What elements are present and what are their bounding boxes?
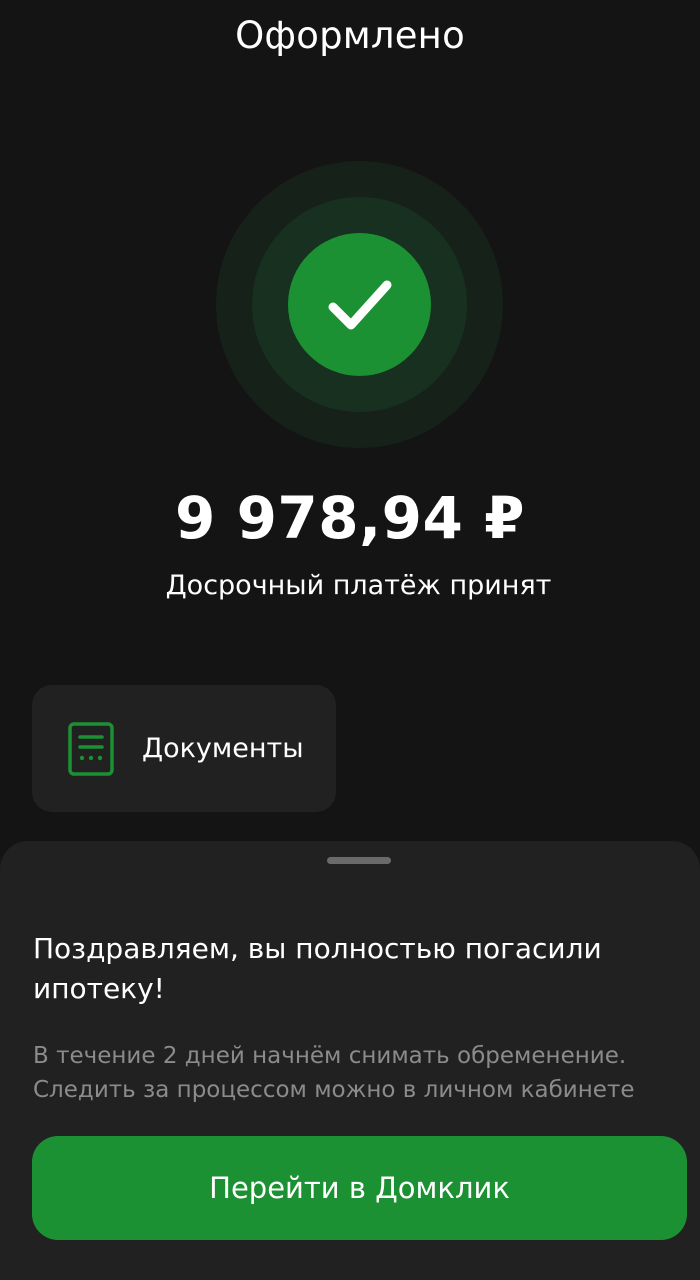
checkmark-icon xyxy=(328,280,391,329)
sheet-description-line: Следить за процессом можно в личном каби… xyxy=(33,1077,635,1103)
page-title: Оформлено xyxy=(235,14,465,57)
documents-button[interactable]: Документы xyxy=(32,685,336,812)
bottom-sheet: Поздравляем, вы полностью погасили ипоте… xyxy=(0,841,700,1280)
sheet-drag-handle[interactable] xyxy=(327,857,391,864)
sheet-description: В течение 2 дней начнём снимать обремене… xyxy=(33,1039,693,1107)
documents-label: Документы xyxy=(142,733,304,764)
document-icon xyxy=(68,721,114,776)
sheet-title: Поздравляем, вы полностью погасили ипоте… xyxy=(33,932,602,1005)
payment-amount: 9 978,94 ₽ xyxy=(175,484,525,552)
success-indicator xyxy=(216,161,503,448)
sheet-description-line: В течение 2 дней начнём снимать обремене… xyxy=(33,1043,627,1069)
go-to-domclick-button[interactable]: Перейти в Домклик xyxy=(32,1136,687,1240)
success-circle xyxy=(288,233,431,376)
payment-status-text: Досрочный платёж принят xyxy=(165,570,552,601)
